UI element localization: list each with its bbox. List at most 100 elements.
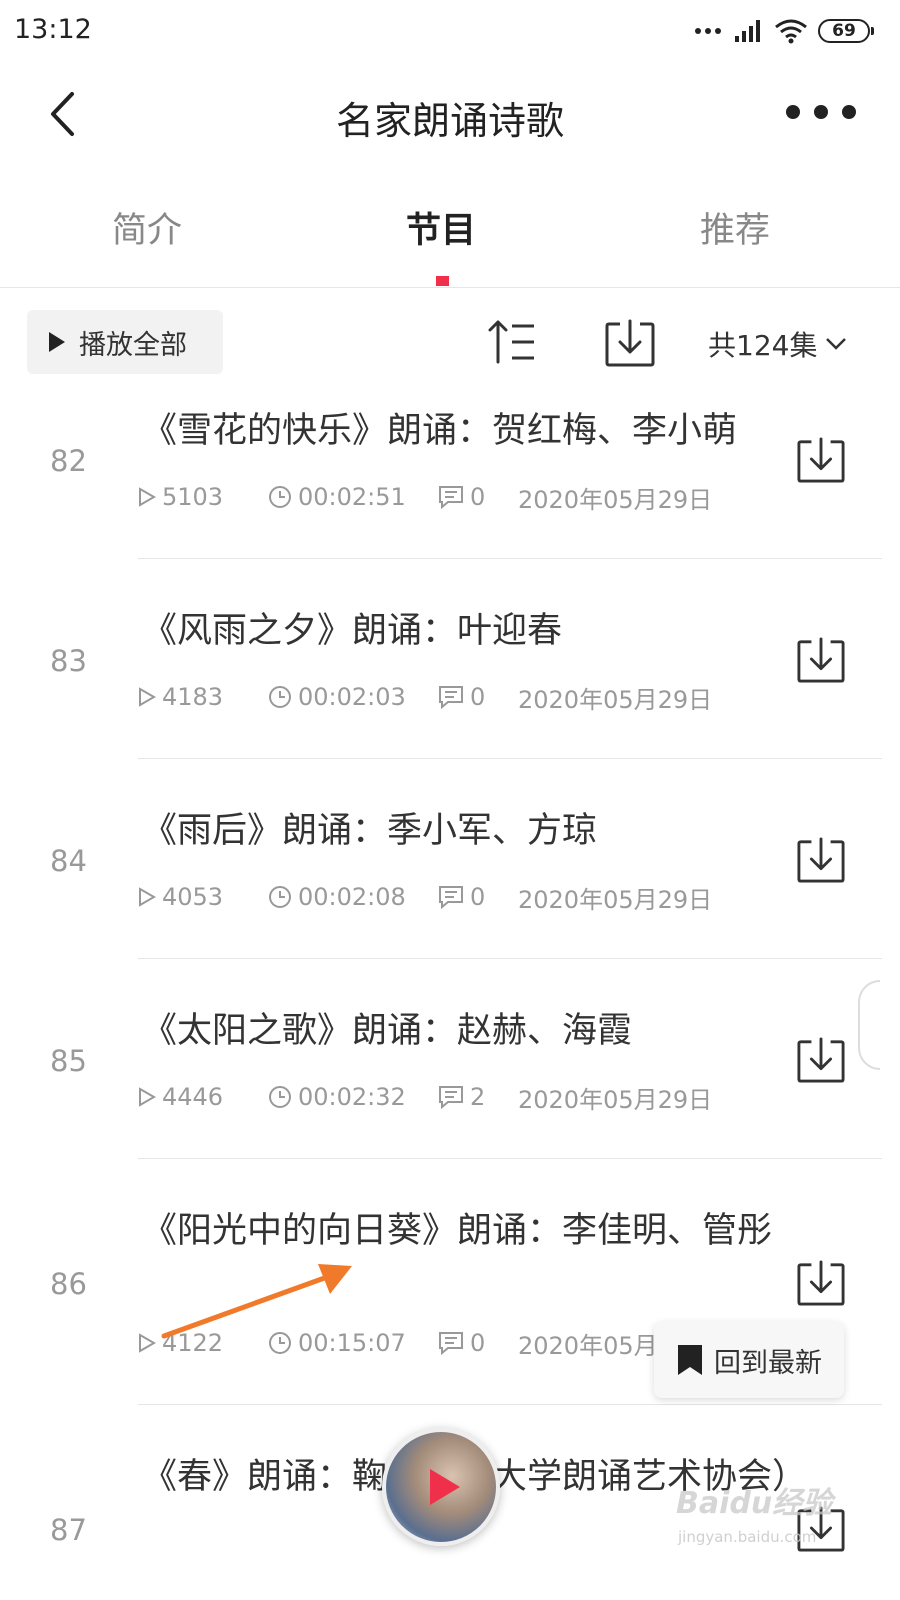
status-bar: 13:12 69 xyxy=(0,0,900,62)
clock-icon xyxy=(269,486,291,508)
play-count: 4122 xyxy=(138,1329,268,1357)
play-count-icon xyxy=(139,487,156,507)
download-icon xyxy=(797,637,845,683)
cellular-signal-icon xyxy=(735,20,760,42)
episode-meta: 4053 00:02:08 0 2020年05月29日 xyxy=(138,882,713,914)
duration-value: 00:02:03 xyxy=(298,683,406,711)
active-tab-indicator xyxy=(436,276,449,286)
comment-count-value: 2 xyxy=(470,1083,486,1111)
play-count-icon xyxy=(139,1087,156,1107)
clock-icon xyxy=(269,1332,291,1354)
page-title: 名家朗诵诗歌 xyxy=(335,99,564,143)
tab-programs[interactable]: 节目 xyxy=(341,202,541,253)
duration-value: 00:02:08 xyxy=(298,883,406,911)
play-count: 4053 xyxy=(138,883,268,911)
episode-title: 《雪花的快乐》朗诵：贺红梅、李小萌 xyxy=(142,411,738,451)
comment-count-value: 0 xyxy=(470,883,486,911)
duration-value: 00:02:51 xyxy=(298,483,406,511)
episode-meta: 4446 00:02:32 2 2020年05月29日 xyxy=(138,1082,713,1114)
comment-icon xyxy=(439,486,463,509)
comment-count: 2 xyxy=(438,1083,518,1111)
comment-count: 0 xyxy=(438,683,518,711)
comment-count-value: 0 xyxy=(470,483,486,511)
duration-value: 00:02:32 xyxy=(298,1083,406,1111)
play-all-button[interactable]: 播放全部 xyxy=(27,310,223,374)
list-toolbar: 播放全部 共124集 xyxy=(0,310,900,374)
download-button[interactable] xyxy=(796,1036,846,1084)
download-button[interactable] xyxy=(796,836,846,884)
play-count-icon xyxy=(139,887,156,907)
wifi-icon xyxy=(775,19,807,44)
play-count: 4446 xyxy=(138,1083,268,1111)
status-icons: 69 xyxy=(694,16,874,46)
episode-number: 87 xyxy=(50,1513,87,1547)
more-dot-icon xyxy=(842,105,856,119)
duration: 00:02:08 xyxy=(268,883,438,911)
mini-player[interactable] xyxy=(382,1428,500,1546)
comment-count: 0 xyxy=(438,1329,518,1357)
episode-title: 《太阳之歌》朗诵：赵赫、海霞 xyxy=(142,1011,633,1051)
comment-count: 0 xyxy=(438,483,518,511)
play-icon xyxy=(49,332,65,352)
comment-icon xyxy=(439,1086,463,1109)
tab-recommended[interactable]: 推荐 xyxy=(635,202,835,253)
batch-download-button[interactable] xyxy=(604,318,656,368)
comment-count-value: 0 xyxy=(470,683,486,711)
episode-meta: 4122 00:15:07 0 2020年05月29日 xyxy=(138,1328,712,1360)
episode-number: 86 xyxy=(50,1267,87,1301)
back-to-latest-button[interactable]: 回到最新 xyxy=(654,1322,844,1398)
download-button[interactable] xyxy=(796,436,846,484)
episode-title: 《风雨之夕》朗诵：叶迎春 xyxy=(142,611,563,651)
episode-count-label: 共124集 xyxy=(708,329,818,362)
sort-icon xyxy=(488,320,534,364)
episode-meta: 4183 00:02:03 0 2020年05月29日 xyxy=(138,682,713,714)
episode-row[interactable]: 83 《风雨之夕》朗诵：叶迎春 4183 00:02:03 0 2020年05月… xyxy=(0,559,900,759)
episode-number: 84 xyxy=(50,844,87,878)
tab-intro[interactable]: 简介 xyxy=(47,202,247,253)
download-button[interactable] xyxy=(796,636,846,684)
episode-title: 《阳光中的向日葵》朗诵：李佳明、管彤 xyxy=(142,1211,773,1251)
play-count: 5103 xyxy=(138,483,268,511)
publish-date: 2020年05月29日 xyxy=(518,885,713,914)
duration: 00:02:32 xyxy=(268,1083,438,1111)
episode-count-dropdown[interactable]: 共124集 xyxy=(708,324,847,364)
publish-date: 2020年05月29日 xyxy=(518,685,713,714)
episode-row[interactable]: 84 《雨后》朗诵：季小军、方琼 4053 00:02:08 0 2020年05… xyxy=(0,759,900,959)
play-count: 4183 xyxy=(138,683,268,711)
download-icon xyxy=(797,1260,845,1306)
play-count-value: 4446 xyxy=(162,1083,224,1111)
play-icon xyxy=(430,1469,460,1505)
battery-level: 69 xyxy=(832,21,856,41)
play-count-icon xyxy=(139,1333,156,1353)
episode-title: 《雨后》朗诵：季小军、方琼 xyxy=(142,811,598,851)
episode-number: 82 xyxy=(50,444,87,478)
bookmark-icon xyxy=(678,1345,702,1375)
play-all-label: 播放全部 xyxy=(79,329,187,361)
duration: 00:02:51 xyxy=(268,483,438,511)
side-drawer-handle[interactable] xyxy=(858,980,880,1070)
download-icon xyxy=(797,437,845,483)
episode-list: 82 《雪花的快乐》朗诵：贺红梅、李小萌 5103 00:02:51 0 202… xyxy=(0,374,900,1600)
play-count-value: 4183 xyxy=(162,683,224,711)
download-icon xyxy=(605,319,655,367)
sort-button[interactable] xyxy=(486,318,538,366)
episode-row[interactable]: 85 《太阳之歌》朗诵：赵赫、海霞 4446 00:02:32 2 2020年0… xyxy=(0,959,900,1159)
duration-value: 00:15:07 xyxy=(298,1329,406,1357)
download-icon xyxy=(797,837,845,883)
watermark-logo: Baidu经验 xyxy=(676,1486,833,1521)
episode-row[interactable]: 82 《雪花的快乐》朗诵：贺红梅、李小萌 5103 00:02:51 0 202… xyxy=(0,374,900,559)
more-options-button[interactable] xyxy=(786,98,856,126)
chevron-down-icon xyxy=(826,338,847,350)
publish-date: 2020年05月29日 xyxy=(518,1085,713,1114)
download-icon xyxy=(797,1037,845,1083)
status-time: 13:12 xyxy=(14,14,92,45)
back-to-latest-label: 回到最新 xyxy=(714,1347,822,1379)
nav-bar: 名家朗诵诗歌 xyxy=(0,62,900,166)
duration: 00:02:03 xyxy=(268,683,438,711)
tab-bar: 简介 节目 推荐 xyxy=(0,166,900,288)
download-button[interactable] xyxy=(796,1259,846,1307)
comment-count-value: 0 xyxy=(470,1329,486,1357)
episode-meta: 5103 00:02:51 0 2020年05月29日 xyxy=(138,482,712,514)
battery-icon: 69 xyxy=(818,19,874,43)
clock-icon xyxy=(269,686,291,708)
